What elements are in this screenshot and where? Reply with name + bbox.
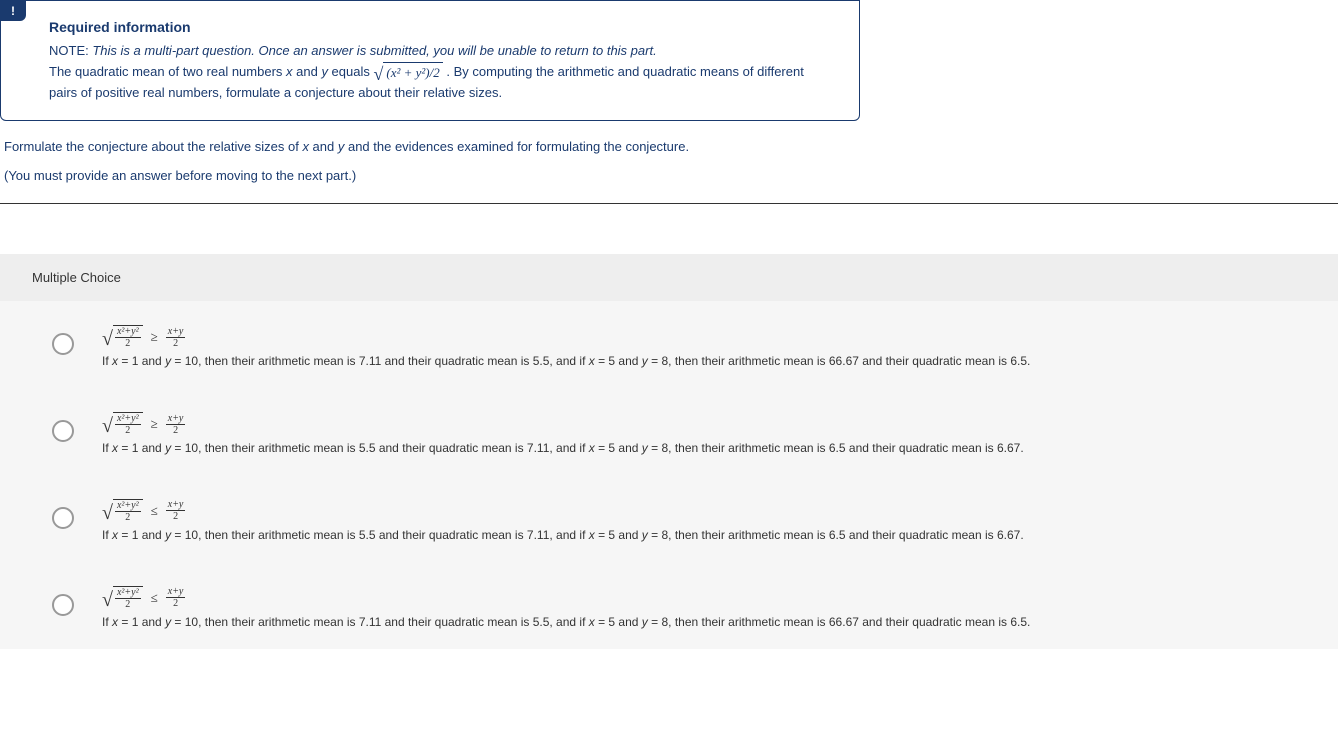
radio-button[interactable] [52,594,74,616]
option-content: √x²+y²2 ≥ x+y2 If x = 1 and y = 10, then… [102,412,1306,457]
prompt-text: and [309,139,338,154]
option-content: √x²+y²2 ≥ x+y2 If x = 1 and y = 10, then… [102,325,1306,370]
option-formula: √x²+y²2 ≥ x+y2 [102,412,1306,436]
option-row[interactable]: √x²+y²2 ≥ x+y2 If x = 1 and y = 10, then… [0,394,1338,475]
option-formula: √x²+y²2 ≤ x+y2 [102,499,1306,523]
option-row[interactable]: √x²+y²2 ≤ x+y2 If x = 1 and y = 10, then… [0,481,1338,562]
formula-sqrt: √(x² + y²)/2 [373,62,442,83]
radio-button[interactable] [52,507,74,529]
desc-part: The quadratic mean of two real numbers [49,64,286,79]
radio-button[interactable] [52,420,74,442]
required-heading: Required information [49,19,827,35]
relation-symbol: ≥ [149,415,160,433]
option-formula: √x²+y²2 ≤ x+y2 [102,586,1306,610]
option-row[interactable]: √x²+y²2 ≥ x+y2 If x = 1 and y = 10, then… [0,307,1338,388]
prompt-text: and the evidences examined for formulati… [344,139,689,154]
description-text: The quadratic mean of two real numbers x… [49,62,827,102]
relation-symbol: ≤ [149,502,160,520]
option-content: √x²+y²2 ≤ x+y2 If x = 1 and y = 10, then… [102,586,1306,631]
note-text: This is a multi-part question. Once an a… [92,43,656,58]
option-evidence: If x = 1 and y = 10, then their arithmet… [102,527,1306,544]
desc-part: and [293,64,322,79]
mc-header: Multiple Choice [0,254,1338,301]
option-evidence: If x = 1 and y = 10, then their arithmet… [102,440,1306,457]
option-row[interactable]: √x²+y²2 ≤ x+y2 If x = 1 and y = 10, then… [0,568,1338,649]
relation-symbol: ≤ [149,589,160,607]
prompt-text: Formulate the conjecture about the relat… [4,139,302,154]
note-label: NOTE: [49,43,89,58]
prompt-line-2: (You must provide an answer before movin… [4,168,1334,183]
note-line: NOTE: This is a multi-part question. Onc… [49,43,827,58]
option-evidence: If x = 1 and y = 10, then their arithmet… [102,614,1306,631]
option-content: √x²+y²2 ≤ x+y2 If x = 1 and y = 10, then… [102,499,1306,544]
prompt-line-1: Formulate the conjecture about the relat… [4,139,1334,154]
multiple-choice-container: Multiple Choice √x²+y²2 ≥ x+y2 If x = 1 … [0,254,1338,648]
option-evidence: If x = 1 and y = 10, then their arithmet… [102,353,1306,370]
prompt-block: Formulate the conjecture about the relat… [0,139,1338,204]
option-formula: √x²+y²2 ≥ x+y2 [102,325,1306,349]
required-info-box: ! Required information NOTE: This is a m… [0,0,860,121]
relation-symbol: ≥ [149,328,160,346]
radio-button[interactable] [52,333,74,355]
desc-part: equals [328,64,374,79]
info-badge-icon: ! [0,0,26,21]
